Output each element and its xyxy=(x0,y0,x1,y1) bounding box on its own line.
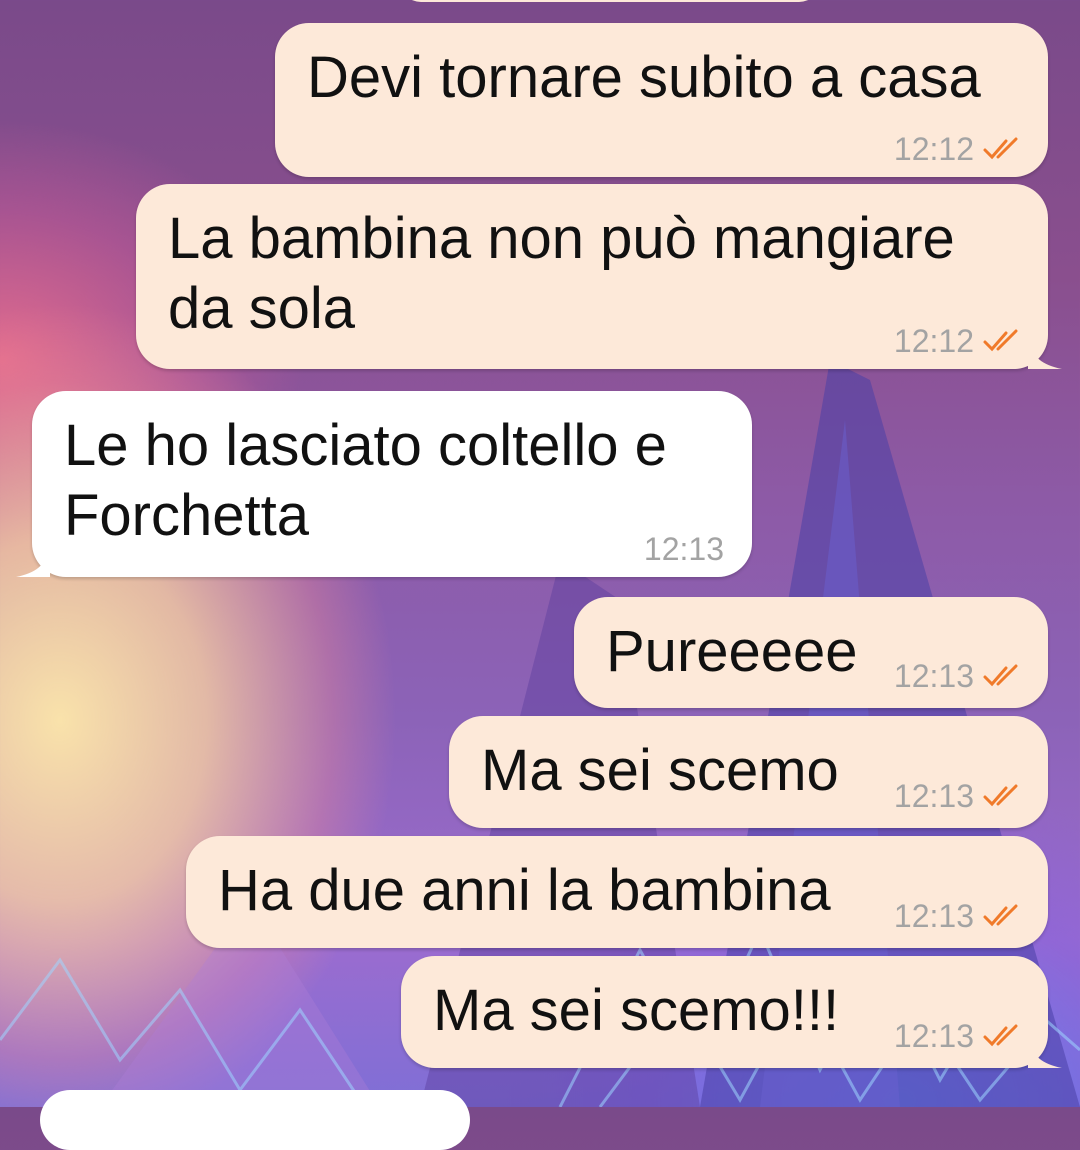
message-meta: 12:13 xyxy=(644,531,724,567)
partial-message-bottom xyxy=(40,1090,470,1150)
double-check-icon xyxy=(983,664,1018,687)
message-time: 12:12 xyxy=(893,323,974,359)
message-outgoing[interactable]: Ma sei scemo!!! 12:13 xyxy=(401,956,1062,1068)
message-meta: 12:13 xyxy=(894,658,1026,694)
bubble-tail xyxy=(1028,1038,1062,1068)
message-outgoing[interactable]: Pureeeee 12:13 xyxy=(574,597,1048,708)
message-outgoing[interactable]: Devi tornare subito a casa 12:12 xyxy=(275,23,1048,177)
message-outgoing[interactable]: Ha due anni la bambina 12:13 xyxy=(186,836,1048,948)
bubble-tail xyxy=(1028,339,1062,369)
partial-message-top xyxy=(400,0,820,2)
message-time: 12:12 xyxy=(893,131,974,167)
message-meta: 12:13 xyxy=(894,778,1026,814)
message-text: Le ho lasciato coltello e Forchetta xyxy=(64,413,667,548)
double-check-icon xyxy=(983,904,1018,927)
bubble-tail xyxy=(16,547,50,577)
double-check-icon xyxy=(983,1024,1018,1047)
message-text: Devi tornare subito a casa xyxy=(307,45,981,110)
message-time: 12:13 xyxy=(893,778,974,814)
double-check-icon xyxy=(983,137,1018,160)
message-time: 12:13 xyxy=(643,531,724,567)
chat-window: Devi tornare subito a casa 12:12 La bamb… xyxy=(0,0,1080,1150)
message-time: 12:13 xyxy=(893,898,974,934)
double-check-icon xyxy=(983,784,1018,807)
message-incoming[interactable]: Le ho lasciato coltello e Forchetta 12:1… xyxy=(16,391,752,577)
message-outgoing[interactable]: Ma sei scemo 12:13 xyxy=(449,716,1048,828)
message-meta: 12:12 xyxy=(894,323,1026,359)
double-check-icon xyxy=(983,329,1018,352)
message-meta: 12:12 xyxy=(894,131,1026,167)
message-time: 12:13 xyxy=(893,658,974,694)
message-meta: 12:13 xyxy=(894,898,1026,934)
message-meta: 12:13 xyxy=(894,1018,1026,1054)
message-text: La bambina non può mangiare da sola xyxy=(168,206,955,341)
message-time: 12:13 xyxy=(893,1018,974,1054)
message-text: Ha due anni la bambina xyxy=(218,858,831,923)
message-outgoing[interactable]: La bambina non può mangiare da sola 12:1… xyxy=(136,184,1062,369)
